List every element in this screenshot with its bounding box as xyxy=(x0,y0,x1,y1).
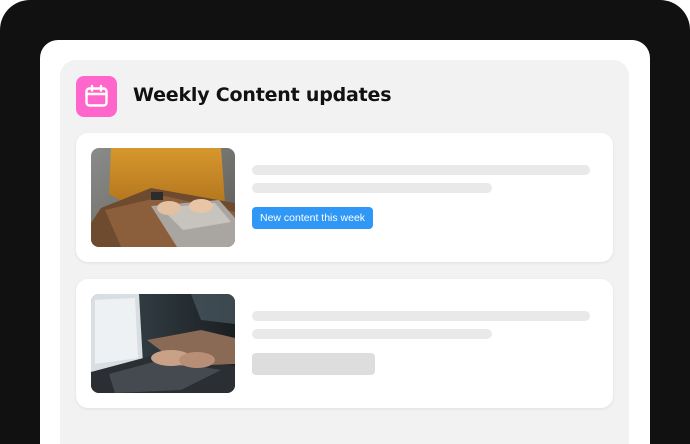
screen: Weekly Content updates New content this … xyxy=(40,40,650,444)
device-frame: Weekly Content updates New content this … xyxy=(0,0,690,444)
skeleton-line xyxy=(252,165,590,175)
page-title: Weekly Content updates xyxy=(133,84,392,106)
content-card[interactable] xyxy=(76,279,613,408)
calendar-icon xyxy=(76,76,117,117)
content-updates-panel: Weekly Content updates New content this … xyxy=(60,60,629,444)
person-typing-laptop-photo xyxy=(91,148,235,247)
content-card[interactable]: New content this week xyxy=(76,133,613,262)
new-content-badge[interactable]: New content this week xyxy=(252,207,374,229)
skeleton-line xyxy=(252,311,590,321)
placeholder-button xyxy=(252,353,375,375)
hands-on-laptop-keyboard-photo xyxy=(91,294,235,393)
skeleton-line xyxy=(252,329,492,339)
skeleton-line xyxy=(252,183,492,193)
